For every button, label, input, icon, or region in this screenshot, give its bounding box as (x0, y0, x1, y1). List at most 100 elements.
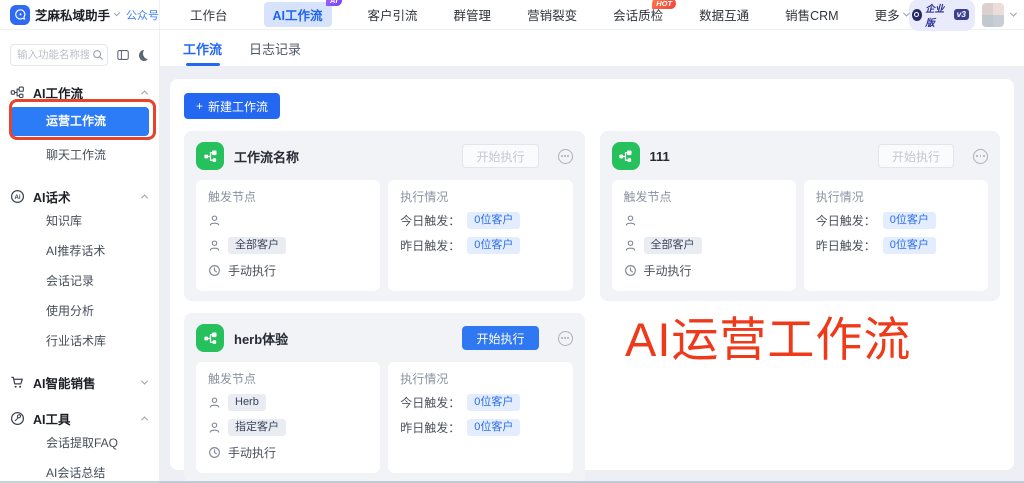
sidebar-item-ai-summary[interactable]: AI会话总结 (10, 459, 149, 483)
trigger-row: 全部客户 (624, 233, 784, 258)
nav-item-marketing-fission[interactable]: 营销裂变 (527, 5, 577, 24)
plan-label: 企业版 (925, 1, 950, 29)
trigger-row: 全部客户 (208, 233, 368, 258)
trigger-panel: 触发节点 Herb 指定客户 手动执行 (196, 362, 380, 473)
card-body: 触发节点 Herb 指定客户 手动执行 (196, 362, 573, 473)
start-execute-button[interactable]: 开始执行 (878, 144, 954, 168)
sidebar-item-industry-script-library[interactable]: 行业话术库 (10, 327, 149, 356)
trigger-row: 手动执行 (208, 258, 368, 283)
start-execute-button[interactable]: 开始执行 (462, 144, 538, 168)
chevron-down-icon (141, 377, 148, 384)
trigger-row: 指定客户 (208, 415, 368, 440)
audience-tag: 全部客户 (228, 237, 286, 254)
workspace: + 新建工作流 工作流名称 开始执行 触 (160, 67, 1024, 483)
brand-area[interactable]: 芝麻私域助手 公众号 (0, 0, 160, 29)
chevron-down-icon[interactable] (1010, 10, 1017, 17)
chevron-up-icon (141, 416, 148, 423)
yesterday-trigger-count: 0位客户 (467, 419, 520, 436)
execution-row: 昨日触发： 0位客户 (816, 233, 976, 258)
workflow-card-icon (196, 324, 224, 352)
user-icon (208, 396, 221, 409)
workflow-title: herb体验 (234, 329, 288, 348)
today-trigger-label: 今日触发： (400, 394, 460, 411)
svg-text:Ai: Ai (14, 193, 20, 200)
chevron-up-icon (141, 90, 148, 97)
chevron-down-icon[interactable] (114, 10, 120, 16)
trigger-header: 触发节点 (624, 186, 784, 208)
sidebar-item-ai-recommended-script[interactable]: AI推荐话术 (10, 237, 149, 266)
nav-item-ai-workflow[interactable]: AI工作流 AI (264, 2, 332, 27)
workflow-card: 工作流名称 开始执行 触发节点 全部客户 (184, 131, 585, 301)
sidebar-item-operation-workflow[interactable]: 运营工作流 (10, 107, 149, 136)
tab-logs[interactable]: 日志记录 (249, 30, 301, 66)
workflow-panel: + 新建工作流 工作流名称 开始执行 触 (170, 79, 1014, 470)
audience-tag: Herb (228, 394, 266, 411)
plan-badge: 企业版 v3 (909, 0, 975, 31)
more-options-icon[interactable] (558, 331, 573, 346)
trigger-row: Herb (208, 390, 368, 415)
sidebar-item-knowledge-base[interactable]: 知识库 (10, 207, 149, 236)
yesterday-trigger-label: 昨日触发： (816, 237, 876, 254)
trigger-row: 手动执行 (208, 440, 368, 465)
sidebar: AI工作流 运营工作流 聊天工作流 Ai AI话术 知识库 AI推荐话术 会话记… (0, 30, 160, 483)
user-icon (624, 239, 637, 252)
collapse-sidebar-icon[interactable] (117, 49, 130, 61)
yesterday-trigger-label: 昨日触发： (400, 419, 460, 436)
execution-panel: 执行情况 今日触发： 0位客户 昨日触发： 0位客户 (388, 362, 572, 473)
cart-icon (10, 375, 25, 390)
workflow-title: 111 (650, 149, 670, 164)
trigger-header: 触发节点 (208, 368, 368, 390)
more-options-icon[interactable] (973, 149, 988, 164)
sidebar-section-ai-sales[interactable]: AI智能销售 (10, 372, 149, 392)
avatar[interactable] (982, 3, 1004, 27)
execution-row: 今日触发： 0位客户 (400, 208, 560, 233)
user-icon (208, 239, 221, 252)
nav-item-conversation-qc[interactable]: 会话质检 HOT (613, 5, 663, 24)
trigger-header: 触发节点 (208, 186, 368, 208)
sidebar-item-extract-faq[interactable]: 会话提取FAQ (10, 429, 149, 458)
sidebar-item-usage-analysis[interactable]: 使用分析 (10, 297, 149, 326)
new-workflow-button[interactable]: + 新建工作流 (184, 93, 280, 119)
sidebar-item-chat-workflow[interactable]: 聊天工作流 (10, 141, 149, 170)
account-type-label[interactable]: 公众号 (126, 7, 159, 23)
nav-item-data-sync[interactable]: 数据互通 (699, 5, 749, 24)
yesterday-trigger-count: 0位客户 (467, 237, 520, 254)
today-trigger-count: 0位客户 (883, 212, 936, 229)
execution-row: 今日触发： 0位客户 (816, 208, 976, 233)
user-icon (624, 214, 637, 227)
card-header: 111 开始执行 (612, 141, 989, 171)
card-body: 触发节点 全部客户 手动执行 (196, 180, 573, 291)
app-window: 芝麻私域助手 公众号 工作台 AI工作流 AI 客户引流 群管理 营销裂变 会话… (0, 0, 1024, 483)
trigger-row (624, 208, 784, 233)
sidebar-item-conversation-log[interactable]: 会话记录 (10, 267, 149, 296)
dark-mode-icon[interactable] (139, 50, 149, 61)
start-execute-button[interactable]: 开始执行 (462, 326, 538, 350)
tab-workflow[interactable]: 工作流 (183, 30, 222, 66)
plan-icon (912, 9, 923, 21)
ai-circle-icon: Ai (10, 189, 25, 204)
nav-item-label: AI工作流 (273, 5, 323, 24)
execution-header: 执行情况 (400, 186, 560, 208)
search-icon (92, 49, 104, 61)
workflow-card-icon (196, 142, 224, 170)
trigger-mode-label: 手动执行 (228, 444, 276, 461)
nav-item-customer-acquisition[interactable]: 客户引流 (368, 5, 418, 24)
trigger-row: 手动执行 (624, 258, 784, 283)
nav-item-group-management[interactable]: 群管理 (454, 5, 492, 24)
nav-item-sales-crm[interactable]: 销售CRM (785, 5, 838, 24)
sidebar-section-ai-script[interactable]: Ai AI话术 (10, 186, 149, 206)
app-title: 芝麻私域助手 (35, 5, 110, 24)
clock-icon (624, 264, 637, 277)
clock-icon (208, 446, 221, 459)
execution-header: 执行情况 (816, 186, 976, 208)
plus-icon: + (196, 99, 203, 113)
nav-item-workbench[interactable]: 工作台 (190, 5, 228, 24)
audience-tag: 全部客户 (644, 237, 702, 254)
more-options-icon[interactable] (558, 149, 573, 164)
top-nav: 芝麻私域助手 公众号 工作台 AI工作流 AI 客户引流 群管理 营销裂变 会话… (0, 0, 1024, 30)
sidebar-section-ai-tools[interactable]: AI工具 (10, 408, 149, 428)
workflow-card-icon (612, 142, 640, 170)
nav-item-more[interactable]: 更多 (875, 5, 909, 24)
sidebar-section-ai-workflow[interactable]: AI工作流 (10, 82, 149, 102)
today-trigger-label: 今日触发： (400, 212, 460, 229)
